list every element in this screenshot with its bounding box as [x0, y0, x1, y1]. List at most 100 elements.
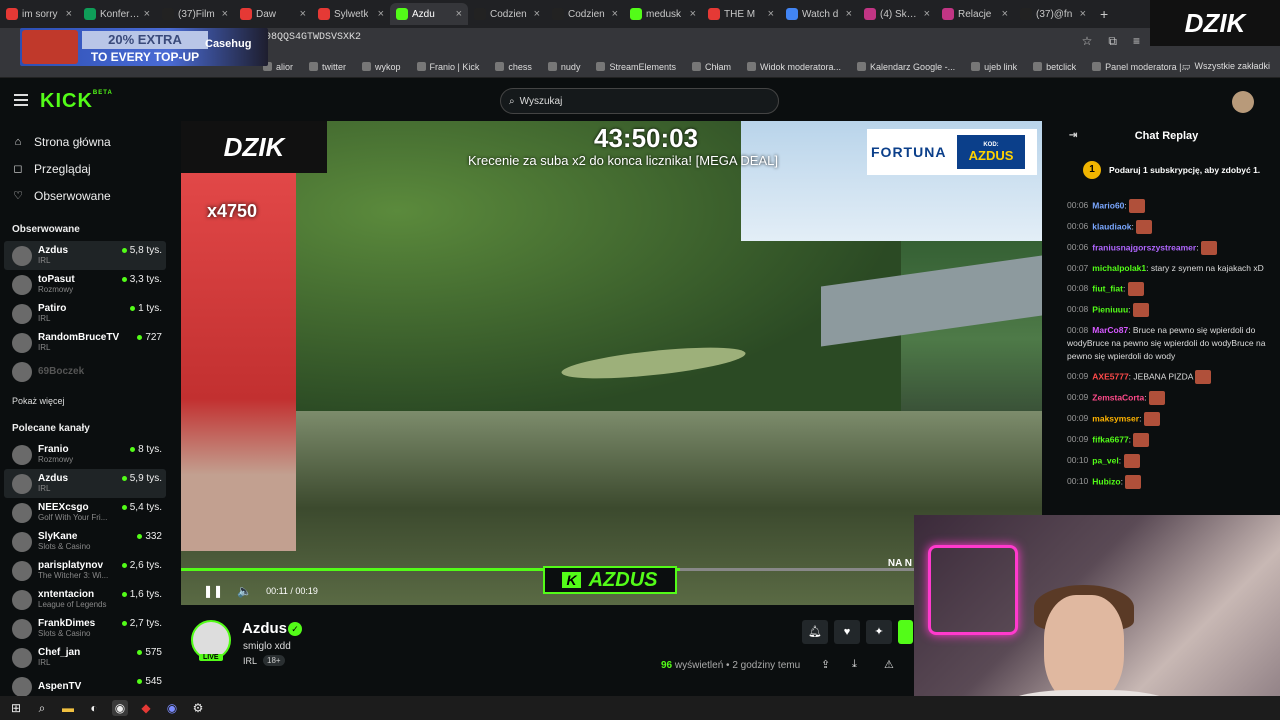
chat-username[interactable]: fifka6677 [1092, 434, 1128, 444]
report-icon[interactable]: ⚠ [884, 658, 894, 671]
windows-start-icon[interactable]: ⊞ [8, 700, 24, 716]
subscribe-button[interactable] [898, 620, 913, 644]
share-icon[interactable]: ⇪ [821, 658, 830, 671]
close-tab-icon[interactable]: × [1080, 8, 1086, 20]
channel-item[interactable]: RandomBruceTV IRL 727 [4, 328, 166, 357]
channel-item[interactable]: SlyKane Slots & Casino 332 [4, 527, 166, 556]
chrome-icon[interactable]: ◉ [112, 700, 128, 716]
bookmark-item[interactable]: betclick [1025, 62, 1084, 72]
kick-logo[interactable]: KICKBETA [40, 90, 113, 113]
browser-tab[interactable]: Konferen × [78, 3, 156, 25]
bookmark-item[interactable]: Kalendarz Google -... [849, 62, 963, 72]
hamburger-icon[interactable] [14, 94, 28, 106]
browser-tab[interactable]: im sorry × [0, 3, 78, 25]
browser-tab[interactable]: Codzien × [546, 3, 624, 25]
channel-item[interactable]: Azdus IRL 5,9 tys. [4, 469, 166, 498]
channel-name[interactable]: Azdus [242, 620, 287, 637]
pause-icon[interactable]: ❚❚ [203, 584, 223, 598]
bookmark-item[interactable]: StreamElements [588, 62, 684, 72]
channel-item[interactable]: parisplatynov The Witcher 3: Wi... 2,6 tys… [4, 556, 166, 585]
close-tab-icon[interactable]: × [456, 8, 462, 20]
sidebar-nav-item[interactable]: ⌂ Strona główna [0, 128, 170, 155]
bookmark-item[interactable]: wykop [354, 62, 409, 72]
channel-item[interactable]: 69Boczek [4, 357, 166, 386]
browser-tab[interactable]: Watch d × [780, 3, 858, 25]
browser-tab[interactable]: Azdu × [390, 3, 468, 25]
close-tab-icon[interactable]: × [222, 8, 228, 20]
browser-tab[interactable]: THE M × [702, 3, 780, 25]
ad-banner[interactable]: 20% EXTRA TO EVERY TOP-UP Casehug [20, 28, 268, 66]
chat-username[interactable]: Hubizo [1092, 476, 1120, 486]
browser-tab[interactable]: (4) Skrzy × [858, 3, 936, 25]
search-icon[interactable]: ⌕ [34, 700, 50, 716]
channel-item[interactable]: Azdus IRL 5,8 tys. [4, 241, 166, 270]
close-tab-icon[interactable]: × [66, 8, 72, 20]
channel-item[interactable]: NEEXcsgo Golf With Your Fri... 5,4 tys. [4, 498, 166, 527]
bookmark-item[interactable]: Widok moderatora... [739, 62, 849, 72]
close-tab-icon[interactable]: × [534, 8, 540, 20]
bookmark-item[interactable]: nudy [540, 62, 589, 72]
chat-username[interactable]: Mario60 [1092, 200, 1124, 210]
chat-username[interactable]: fiut_fiat [1092, 283, 1123, 293]
settings-icon[interactable]: ⚙ [190, 700, 206, 716]
browser-tab[interactable]: (37)Film × [156, 3, 234, 25]
channel-item[interactable]: xntentacion League of Legends 1,6 tys. [4, 585, 166, 614]
new-tab-icon[interactable]: + [1092, 6, 1116, 22]
bookmark-item[interactable]: chess [487, 62, 540, 72]
search-input[interactable]: ⌕ Wyszukaj [500, 88, 779, 114]
video-player[interactable]: DZIK 43:50:03 Krecenie za suba x2 do kon… [181, 121, 1042, 605]
collapse-chat-icon[interactable]: ⇥ [1069, 130, 1077, 141]
channel-item[interactable]: FrankDimes Slots & Casino 2,7 tys. [4, 614, 166, 643]
close-tab-icon[interactable]: × [924, 8, 930, 20]
chat-username[interactable]: ZemstaCorta [1092, 392, 1144, 402]
browser-tab[interactable]: Daw × [234, 3, 312, 25]
browser-tab[interactable]: (37)@fn × [1014, 3, 1092, 25]
close-tab-icon[interactable]: × [690, 8, 696, 20]
app-icon[interactable]: ◐ [86, 700, 102, 716]
bookmark-item[interactable]: Panel moderatora |... [1084, 62, 1197, 72]
channel-item[interactable]: Chef_jan IRL 575 [4, 643, 166, 672]
close-tab-icon[interactable]: × [1002, 8, 1008, 20]
all-bookmarks[interactable]: ▭ Wszystkie zakładki [1182, 61, 1270, 72]
volume-icon[interactable]: 🔈 [237, 584, 252, 598]
gift-sub-banner[interactable]: 1 Podaruj 1 subskrypcję, aby zdobyć 1. [1061, 156, 1272, 184]
close-tab-icon[interactable]: × [378, 8, 384, 20]
bookmark-item[interactable]: Chłam [684, 62, 739, 72]
close-tab-icon[interactable]: × [846, 8, 852, 20]
follow-button[interactable]: ♥ [834, 620, 860, 644]
chat-username[interactable]: MarCo87 [1092, 325, 1128, 335]
browser-tab[interactable]: Sylwetk × [312, 3, 390, 25]
extensions-icon[interactable]: ⧉ [1108, 34, 1117, 49]
bookmark-item[interactable]: twitter [301, 62, 354, 72]
channel-item[interactable]: AspenTV 545 [4, 672, 166, 696]
chat-username[interactable]: Pieniuuu [1092, 304, 1128, 314]
chat-username[interactable]: AXE5777 [1092, 371, 1128, 381]
show-more-link[interactable]: Pokaż więcej [0, 390, 170, 412]
channel-item[interactable]: toPasut Rozmowy 3,3 tys. [4, 270, 166, 299]
app2-icon[interactable]: ◆ [138, 700, 154, 716]
close-tab-icon[interactable]: × [144, 8, 150, 20]
channel-item[interactable]: Patiro IRL 1 tys. [4, 299, 166, 328]
bookmark-star-icon[interactable]: ☆ [1082, 34, 1093, 49]
chat-username[interactable]: maksymser [1092, 413, 1139, 423]
menu-icon[interactable]: ≡ [1133, 34, 1140, 49]
browser-tab[interactable]: Codzien × [468, 3, 546, 25]
close-tab-icon[interactable]: × [612, 8, 618, 20]
notification-bell-button[interactable]: 🔔︎ [802, 620, 828, 644]
channel-item[interactable]: Franio Rozmowy 8 tys. [4, 440, 166, 469]
stream-category[interactable]: IRL [243, 656, 257, 666]
file-explorer-icon[interactable]: ▬ [60, 700, 76, 716]
close-tab-icon[interactable]: × [300, 8, 306, 20]
user-avatar[interactable] [1232, 91, 1254, 113]
chat-username[interactable]: klaudiaok [1092, 221, 1131, 231]
bookmark-item[interactable]: ujeb link [963, 62, 1025, 72]
close-tab-icon[interactable]: × [768, 8, 774, 20]
browser-tab[interactable]: medusk × [624, 3, 702, 25]
browser-tab[interactable]: Relacje × [936, 3, 1014, 25]
bookmark-item[interactable]: Franio | Kick [409, 62, 488, 72]
sidebar-nav-item[interactable]: ♡ Obserwowane [0, 182, 170, 209]
app3-icon[interactable]: ◉ [164, 700, 180, 716]
chat-username[interactable]: michalpolak1 [1092, 263, 1146, 273]
sidebar-nav-item[interactable]: ◻ Przeglądaj [0, 155, 170, 182]
chat-username[interactable]: pa_vel [1092, 455, 1118, 465]
